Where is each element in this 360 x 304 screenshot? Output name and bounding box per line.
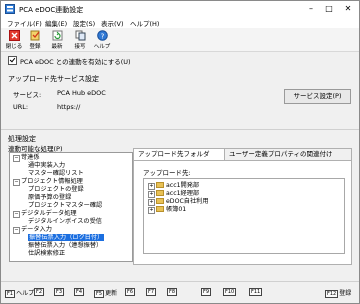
tree-node[interactable]: マスター確認リスト bbox=[28, 170, 84, 178]
svg-text:?: ? bbox=[100, 32, 104, 40]
expand-toggle-icon[interactable]: + bbox=[148, 191, 155, 198]
tree-node[interactable]: − 苛達係 bbox=[13, 154, 40, 162]
enable-edoc-label: PCA eDOC との連動を有効にする(U) bbox=[20, 58, 131, 66]
url-label: URL: bbox=[13, 103, 29, 111]
checkbox-box[interactable] bbox=[8, 56, 17, 65]
enable-edoc-checkbox[interactable]: PCA eDOC との連動を有効にする(U) bbox=[8, 56, 131, 66]
tab-user-properties[interactable]: ユーザー定義プロパティの関連付け bbox=[224, 148, 352, 160]
folder-icon bbox=[156, 182, 164, 188]
service-label: サービス: bbox=[13, 91, 42, 99]
f11-key[interactable]: F11 bbox=[249, 288, 263, 296]
maximize-button[interactable]: □ bbox=[321, 2, 337, 16]
menu-view[interactable]: 表示(V) bbox=[101, 18, 124, 28]
tree-node[interactable]: デジタルインボイスの受信 bbox=[28, 218, 102, 226]
tree-node[interactable]: − プロジェクト情報処理 bbox=[13, 178, 83, 186]
close-button[interactable]: 閉じる bbox=[5, 29, 23, 51]
f4-key[interactable]: F4 bbox=[74, 288, 85, 296]
tree-node[interactable]: − デジタルデータ処理 bbox=[13, 210, 77, 218]
help-icon: ? bbox=[96, 30, 108, 41]
tree-node[interactable]: 通中実装入力 bbox=[28, 162, 65, 170]
divider bbox=[1, 129, 359, 130]
service-value: PCA Hub eDOC bbox=[57, 89, 106, 97]
folder-tree[interactable]: + acc1開発部 + acc1経理部 + eDOC自社利用 + 帳簿01 bbox=[143, 178, 345, 254]
help-button[interactable]: ? ヘルプ bbox=[93, 29, 111, 51]
tree-node[interactable]: 原価予算の登録 bbox=[28, 194, 71, 202]
folder-icon bbox=[156, 198, 164, 204]
f5-refresh-key[interactable]: F5 更新 bbox=[94, 288, 117, 298]
menu-file[interactable]: ファイル(F) bbox=[7, 18, 42, 28]
title-bar: PCA eDOC連動設定 – □ ✕ bbox=[1, 1, 359, 17]
tab-panel: アップロード先: + acc1開発部 + acc1経理部 + eDOC自社利用 + 帳簿… bbox=[133, 160, 352, 265]
url-value: https:// bbox=[57, 103, 81, 111]
copy-icon bbox=[75, 30, 85, 41]
tree-node[interactable]: プロジェクトマスター確認 bbox=[28, 202, 102, 210]
f8-key[interactable]: F8 bbox=[167, 288, 178, 296]
close-icon bbox=[8, 30, 20, 41]
menu-bar: ファイル(F) 編集(E) 設定(S) 表示(V) ヘルプ(H) bbox=[1, 17, 359, 28]
expand-toggle-icon[interactable]: + bbox=[148, 199, 155, 206]
divider bbox=[1, 281, 359, 282]
menu-edit[interactable]: 編集(E) bbox=[45, 18, 67, 28]
close-window-button[interactable]: ✕ bbox=[340, 2, 356, 16]
collapse-toggle-icon[interactable]: − bbox=[13, 155, 20, 162]
upload-destination-label: アップロード先: bbox=[143, 169, 191, 177]
tree-node[interactable]: 仕訳検索修正 bbox=[28, 250, 65, 258]
settings-tabs: アップロード先フォルダ ユーザー定義プロパティの関連付け bbox=[133, 148, 353, 161]
f1-help-key[interactable]: F1 ヘルプ bbox=[5, 288, 34, 298]
f7-key[interactable]: F7 bbox=[146, 288, 157, 296]
f12-save-key[interactable]: F12 登録 bbox=[325, 288, 351, 298]
function-key-bar: F1 ヘルプ F2 F3 F4 F5 更新 F6 F7 F8 F9 F10 F11 … bbox=[1, 286, 359, 300]
window-title: PCA eDOC連動設定 bbox=[19, 6, 84, 14]
collapse-toggle-icon[interactable]: − bbox=[13, 211, 20, 218]
f10-key[interactable]: F10 bbox=[223, 288, 237, 296]
expand-toggle-icon[interactable]: + bbox=[148, 207, 155, 214]
tree-node[interactable]: 振替伝票入力（連想振替） bbox=[28, 242, 102, 250]
copy-button[interactable]: 接写 bbox=[71, 29, 89, 51]
app-window: PCA eDOC連動設定 – □ ✕ ファイル(F) 編集(E) 設定(S) 表… bbox=[0, 0, 360, 304]
collapse-toggle-icon[interactable]: − bbox=[13, 227, 20, 234]
save-button[interactable]: 登録 bbox=[26, 29, 44, 51]
refresh-button[interactable]: 最新 bbox=[48, 29, 66, 51]
refresh-icon bbox=[52, 30, 62, 41]
process-tree[interactable]: − 苛達係 通中実装入力 マスター確認リスト − プロジェクト情報処理 プロジェクト… bbox=[9, 152, 133, 262]
folder-icon bbox=[156, 206, 164, 212]
folder-item[interactable]: + eDOC自社利用 bbox=[148, 198, 209, 206]
f6-key[interactable]: F6 bbox=[125, 288, 136, 296]
app-icon bbox=[5, 4, 15, 14]
upload-service-title: アップロード先サービス設定 bbox=[8, 75, 99, 83]
f3-key[interactable]: F3 bbox=[54, 288, 65, 296]
f9-key[interactable]: F9 bbox=[201, 288, 212, 296]
collapse-toggle-icon[interactable]: − bbox=[13, 179, 20, 186]
tree-node[interactable]: プロジェクトの登録 bbox=[28, 186, 84, 194]
minimize-button[interactable]: – bbox=[303, 2, 319, 16]
service-settings-button[interactable]: サービス設定(P) bbox=[284, 89, 351, 104]
folder-icon bbox=[156, 190, 164, 196]
expand-toggle-icon[interactable]: + bbox=[148, 183, 155, 190]
folder-item[interactable]: + acc1開発部 bbox=[148, 182, 199, 190]
tree-node[interactable]: − データ入力 bbox=[13, 226, 52, 234]
f2-key[interactable]: F2 bbox=[34, 288, 45, 296]
menu-settings[interactable]: 設定(S) bbox=[73, 18, 95, 28]
menu-help[interactable]: ヘルプ(H) bbox=[130, 18, 159, 28]
folder-item[interactable]: + acc1経理部 bbox=[148, 190, 199, 198]
tree-node-selected[interactable]: 振替伝票入力（ロク日付） bbox=[28, 234, 105, 242]
folder-item[interactable]: + 帳簿01 bbox=[148, 206, 186, 214]
save-icon bbox=[30, 30, 40, 41]
toolbar: 閉じる 登録 最新 接写 ? ヘルプ bbox=[1, 28, 359, 52]
